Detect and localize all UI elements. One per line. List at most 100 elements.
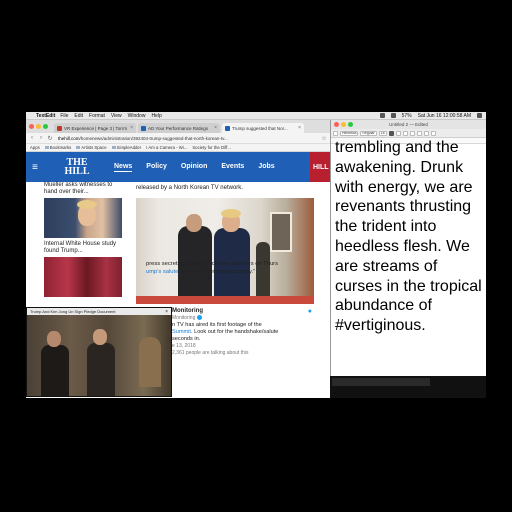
bookmarks-bar: Apps Bookmarks Artists Space SimpleAdder… (26, 144, 330, 152)
bookmark-apps[interactable]: Apps (30, 145, 40, 150)
embedded-tweet[interactable]: ● Monitoring Monitoring n TV has aired i… (172, 308, 312, 357)
menu-view[interactable]: View (111, 113, 122, 119)
nav-opinion[interactable]: Opinion (181, 163, 207, 172)
related-story-headline[interactable]: Internal White House study found Trump..… (44, 241, 122, 255)
close-pip-icon[interactable]: × (165, 309, 168, 315)
menu-window[interactable]: Window (128, 113, 146, 119)
text-color-button[interactable] (388, 130, 394, 136)
browser-tab[interactable]: AD Your Performance Ratings × (138, 123, 220, 133)
hill-tv-link[interactable]: HILL (310, 152, 330, 182)
related-story-image[interactable] (44, 257, 122, 297)
clock[interactable]: Sat Jun 16 12:00:58 AM (418, 113, 471, 119)
tweet-line: n TV has aired its first footage of the (172, 322, 262, 328)
document-title: Untitled 2 — Edited (389, 122, 428, 127)
picture-in-picture-video[interactable]: Trump And Kim Jong Un Sign Pledge Docume… (26, 307, 172, 397)
forward-icon[interactable]: › (38, 135, 44, 141)
tab-favicon-icon (225, 125, 230, 131)
format-toolbar: Helvetica Regular 18 (331, 129, 486, 138)
menu-app-name[interactable]: TextEdit (36, 113, 55, 119)
menu-file[interactable]: File (60, 113, 68, 119)
italic-button[interactable] (402, 130, 408, 136)
desktop-strip (330, 376, 486, 398)
site-header: ≡ THE HILL News Policy Opinion Events Jo… (26, 152, 330, 182)
hamburger-menu-icon[interactable]: ≡ (32, 162, 46, 173)
list-button[interactable] (430, 130, 436, 136)
site-logo[interactable]: THE HILL (60, 158, 94, 177)
tab-favicon-icon (141, 125, 146, 131)
url-path: /homenews/administration/392404-trump-su… (79, 135, 228, 141)
bookmark-item[interactable]: SimpleAdder (112, 145, 142, 150)
close-tab-icon[interactable]: × (130, 125, 133, 131)
close-window-icon[interactable] (29, 124, 34, 129)
tab-title: VR Experience | Page 3 | Tom's (64, 125, 128, 131)
tweet-date[interactable]: e 13, 2018 (172, 343, 312, 350)
nav-news[interactable]: News (114, 163, 133, 172)
tweet-link[interactable]: Summit (172, 329, 191, 335)
document-text[interactable]: trembling and the awakening. Drunk with … (335, 138, 485, 336)
window-controls (29, 124, 48, 129)
site-nav: News Policy Opinion Events Jobs (114, 163, 275, 172)
bookmark-item[interactable]: Society for the Diff... (192, 145, 231, 150)
article-text: press secretary Sarah Huckabee Sanders o… (146, 261, 279, 267)
related-story-image[interactable] (44, 198, 122, 238)
twitter-bird-icon: ● (307, 308, 312, 315)
back-icon[interactable]: ‹ (29, 135, 35, 141)
tweet-line: Summit. Look out for the handshake/salut… (172, 329, 312, 336)
paragraph-style-button[interactable] (333, 130, 338, 136)
underline-button[interactable] (409, 130, 415, 136)
tweet-text: . Look out for the handshake/salute (190, 329, 279, 335)
url-field[interactable]: thehill.com/homenews/administration/3924… (56, 136, 318, 141)
status-area: 57% Sat Jun 16 12:00:58 AM (379, 113, 486, 119)
align-center-button[interactable] (423, 130, 429, 136)
article-body: press secretary Sarah Huckabee Sanders o… (146, 260, 306, 276)
related-story-headline[interactable]: Mueller asks witnesses to hand over thei… (44, 182, 122, 196)
battery-level[interactable]: 57% (402, 113, 412, 119)
tweet-line: seconds in. (172, 336, 201, 342)
nav-events[interactable]: Events (221, 163, 244, 172)
reload-icon[interactable]: ↻ (47, 135, 53, 142)
article-caption: released by a North Korean TV network. (136, 185, 243, 191)
textedit-title-bar: Untitled 2 — Edited (331, 120, 486, 129)
font-family-select[interactable]: Helvetica (340, 130, 359, 136)
tweet-engagement[interactable]: 2,361 people are talking about this (172, 350, 312, 357)
browser-tab[interactable]: VR Experience | Page 3 | Tom's × (54, 123, 136, 133)
browser-tab-active[interactable]: Trump suggested that Nor... × (222, 123, 304, 133)
bookmark-item[interactable]: I Am a Camera - Wi... (146, 145, 187, 150)
tweet-handle: Monitoring (172, 315, 196, 321)
align-left-button[interactable] (416, 130, 422, 136)
minimize-window-icon[interactable] (36, 124, 41, 129)
article-photo[interactable] (136, 198, 314, 304)
textedit-window: Untitled 2 — Edited Helvetica Regular 18… (330, 120, 486, 376)
zoom-window-icon[interactable] (43, 124, 48, 129)
volume-icon[interactable] (390, 113, 396, 118)
menu-help[interactable]: Help (151, 113, 161, 119)
logo-line-2: HILL (64, 166, 90, 177)
tab-title: Trump suggested that Nor... (232, 125, 288, 131)
font-style-select[interactable]: Regular (360, 130, 377, 136)
close-tab-icon[interactable]: × (214, 125, 217, 131)
wifi-icon[interactable] (379, 113, 385, 118)
close-tab-icon[interactable]: × (298, 125, 301, 131)
nav-jobs[interactable]: Jobs (258, 163, 274, 172)
nav-policy[interactable]: Policy (146, 163, 167, 172)
pip-title: Trump And Kim Jong Un Sign Pledge Docume… (30, 309, 116, 314)
address-bar: ‹ › ↻ thehill.com/homenews/administratio… (26, 133, 330, 144)
font-size-select[interactable]: 18 (378, 130, 387, 136)
bookmark-item[interactable]: Bookmarks (45, 145, 72, 150)
tweet-author[interactable]: Monitoring (172, 308, 312, 315)
tab-bar: VR Experience | Page 3 | Tom's × AD Your… (26, 120, 330, 133)
menu-format[interactable]: Format (89, 113, 105, 119)
tab-favicon-icon (57, 125, 62, 131)
bookmark-item[interactable]: Artists Space (76, 145, 106, 150)
star-icon[interactable]: ☆ (321, 135, 327, 142)
video-frame[interactable] (27, 315, 171, 396)
tab-title: AD Your Performance Ratings (148, 125, 209, 131)
spotlight-icon[interactable] (477, 113, 482, 118)
verified-badge-icon (196, 315, 202, 321)
article-text: , calling it "common courtesy." (178, 269, 256, 275)
article-link[interactable]: ump's salute (146, 269, 178, 275)
menu-edit[interactable]: Edit (74, 113, 83, 119)
bold-button[interactable] (395, 130, 401, 136)
menu-bar: TextEdit File Edit Format View Window He… (26, 112, 486, 120)
pip-title-bar: Trump And Kim Jong Un Sign Pledge Docume… (27, 308, 171, 315)
